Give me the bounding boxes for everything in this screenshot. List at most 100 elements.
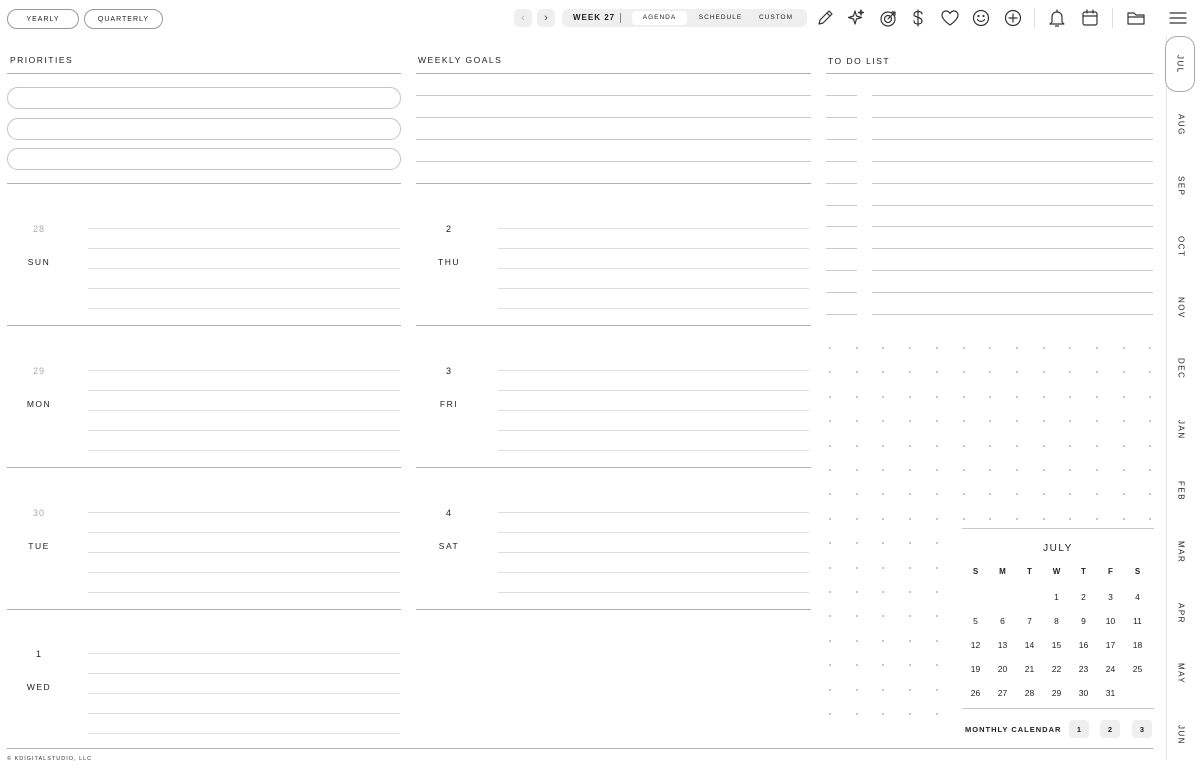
- day-note-line[interactable]: [498, 532, 809, 533]
- month-tab-apr[interactable]: APR: [1167, 585, 1195, 641]
- todo-checkbox-line[interactable]: [826, 116, 857, 118]
- month-tab-jul[interactable]: JUL: [1165, 36, 1195, 92]
- day-note-line[interactable]: [88, 673, 400, 674]
- tab-custom[interactable]: CUSTOM: [752, 11, 800, 25]
- todo-line[interactable]: [872, 182, 1153, 184]
- day-note-line[interactable]: [88, 370, 400, 371]
- pencil-icon[interactable]: [813, 6, 837, 30]
- day-note-line[interactable]: [88, 713, 400, 714]
- day-note-line[interactable]: [88, 592, 400, 593]
- calendar-day[interactable]: 16: [1070, 640, 1097, 650]
- dollar-icon[interactable]: [906, 6, 930, 30]
- plus-circle-icon[interactable]: [1001, 6, 1025, 30]
- todo-checkbox-line[interactable]: [826, 182, 857, 184]
- goal-line[interactable]: [416, 117, 811, 118]
- sparkle-icon[interactable]: [844, 6, 868, 30]
- quarterly-button[interactable]: QUARTERLY: [84, 9, 163, 29]
- todo-line[interactable]: [872, 116, 1153, 118]
- day-note-line[interactable]: [88, 572, 400, 573]
- calendar-day[interactable]: 25: [1124, 664, 1151, 674]
- goal-line[interactable]: [416, 161, 811, 162]
- month-tab-oct[interactable]: OCT: [1167, 219, 1195, 275]
- month-tab-feb[interactable]: FEB: [1167, 463, 1195, 519]
- todo-checkbox-line[interactable]: [826, 248, 857, 250]
- calendar-day[interactable]: 27: [989, 688, 1016, 698]
- todo-checkbox-line[interactable]: [826, 292, 857, 294]
- day-note-line[interactable]: [498, 390, 809, 391]
- monthly-calendar-button-1[interactable]: 1: [1069, 720, 1089, 738]
- calendar-icon[interactable]: [1078, 6, 1102, 30]
- calendar-day[interactable]: 2: [1070, 592, 1097, 602]
- day-note-line[interactable]: [88, 733, 400, 734]
- day-note-line[interactable]: [88, 308, 400, 309]
- todo-checkbox-line[interactable]: [826, 270, 857, 272]
- todo-line[interactable]: [872, 95, 1153, 96]
- calendar-day[interactable]: 8: [1043, 616, 1070, 626]
- calendar-day[interactable]: 21: [1016, 664, 1043, 674]
- calendar-day[interactable]: 17: [1097, 640, 1124, 650]
- todo-checkbox-line[interactable]: [826, 138, 857, 140]
- priority-field[interactable]: [7, 118, 401, 140]
- calendar-day[interactable]: 31: [1097, 688, 1124, 698]
- calendar-day[interactable]: 18: [1124, 640, 1151, 650]
- month-tab-mar[interactable]: MAR: [1167, 524, 1195, 580]
- month-tab-aug[interactable]: AUG: [1167, 97, 1195, 153]
- todo-line[interactable]: [872, 160, 1153, 162]
- month-tab-nov[interactable]: NOV: [1167, 280, 1195, 336]
- day-note-line[interactable]: [498, 228, 809, 229]
- todo-line[interactable]: [872, 204, 1153, 206]
- monthly-calendar-button-2[interactable]: 2: [1100, 720, 1120, 738]
- calendar-day[interactable]: 1: [1043, 592, 1070, 602]
- todo-checkbox-line[interactable]: [826, 226, 857, 228]
- day-note-line[interactable]: [498, 552, 809, 553]
- day-note-line[interactable]: [498, 268, 809, 269]
- calendar-day[interactable]: 22: [1043, 664, 1070, 674]
- day-note-line[interactable]: [498, 308, 809, 309]
- day-note-line[interactable]: [88, 653, 400, 654]
- day-note-line[interactable]: [498, 450, 809, 451]
- menu-icon[interactable]: [1166, 6, 1190, 30]
- todo-line[interactable]: [872, 270, 1153, 272]
- todo-checkbox-line[interactable]: [826, 95, 857, 96]
- goal-line[interactable]: [416, 139, 811, 140]
- folder-icon[interactable]: [1124, 6, 1148, 30]
- todo-line[interactable]: [872, 248, 1153, 250]
- day-note-line[interactable]: [498, 430, 809, 431]
- calendar-day[interactable]: 7: [1016, 616, 1043, 626]
- yearly-button[interactable]: YEARLY: [7, 9, 79, 29]
- day-note-line[interactable]: [88, 228, 400, 229]
- priority-field[interactable]: [7, 148, 401, 170]
- day-note-line[interactable]: [498, 410, 809, 411]
- week-label[interactable]: WEEK 27: [573, 9, 615, 27]
- todo-line[interactable]: [872, 138, 1153, 140]
- day-note-line[interactable]: [88, 410, 400, 411]
- calendar-day[interactable]: 10: [1097, 616, 1124, 626]
- goal-line[interactable]: [416, 95, 811, 96]
- calendar-day[interactable]: 23: [1070, 664, 1097, 674]
- todo-checkbox-line[interactable]: [826, 314, 857, 315]
- day-note-line[interactable]: [498, 288, 809, 289]
- month-tab-sep[interactable]: SEP: [1167, 158, 1195, 214]
- calendar-day[interactable]: 15: [1043, 640, 1070, 650]
- calendar-day[interactable]: 12: [962, 640, 989, 650]
- calendar-day[interactable]: 13: [989, 640, 1016, 650]
- calendar-day[interactable]: 29: [1043, 688, 1070, 698]
- todo-checkbox-line[interactable]: [826, 204, 857, 206]
- day-note-line[interactable]: [88, 512, 400, 513]
- calendar-day[interactable]: 6: [989, 616, 1016, 626]
- month-tab-may[interactable]: MAY: [1167, 646, 1195, 702]
- day-note-line[interactable]: [88, 288, 400, 289]
- month-tab-jun[interactable]: JUN: [1167, 707, 1195, 763]
- month-tab-dec[interactable]: DEC: [1167, 341, 1195, 397]
- tab-schedule[interactable]: SCHEDULE: [692, 11, 749, 25]
- day-note-line[interactable]: [498, 512, 809, 513]
- calendar-day[interactable]: 24: [1097, 664, 1124, 674]
- smiley-icon[interactable]: [969, 6, 993, 30]
- calendar-day[interactable]: 9: [1070, 616, 1097, 626]
- day-note-line[interactable]: [88, 552, 400, 553]
- calendar-day[interactable]: 28: [1016, 688, 1043, 698]
- day-note-line[interactable]: [88, 693, 400, 694]
- calendar-day[interactable]: 26: [962, 688, 989, 698]
- todo-checkbox-line[interactable]: [826, 160, 857, 162]
- day-note-line[interactable]: [88, 430, 400, 431]
